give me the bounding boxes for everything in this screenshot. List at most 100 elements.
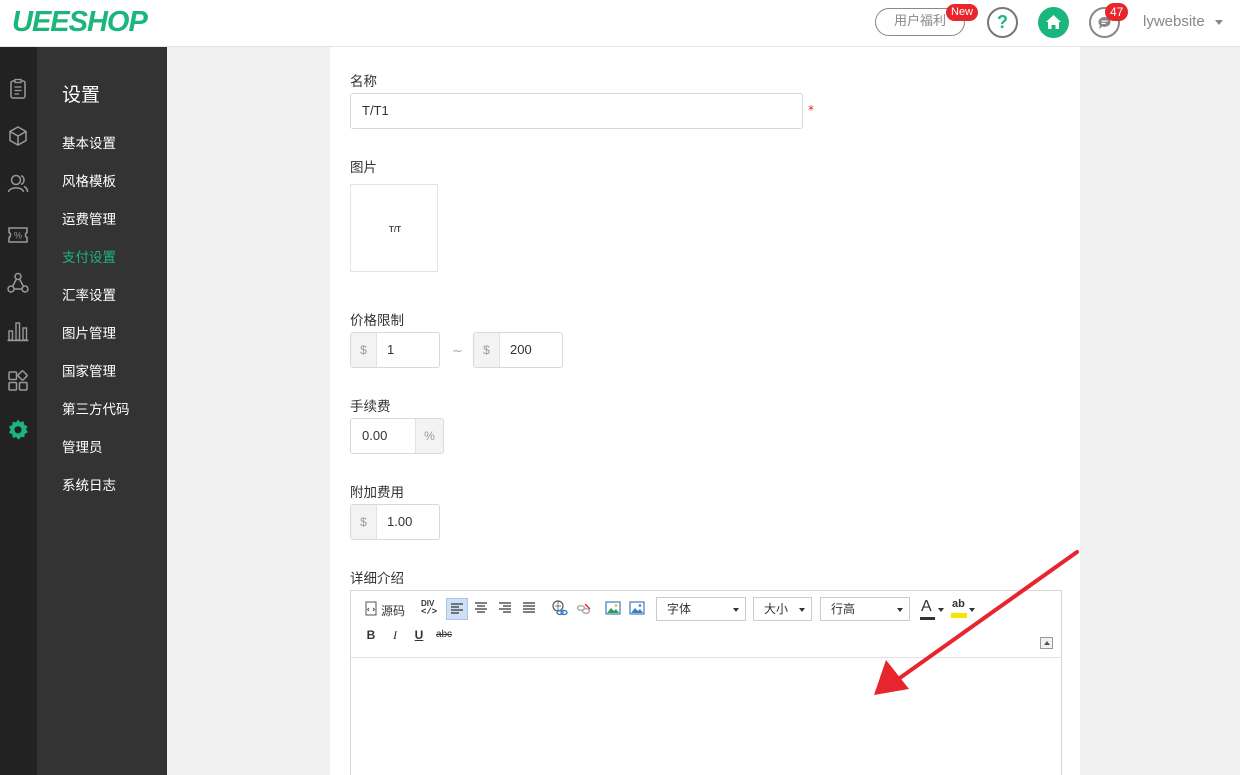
payment-image-text: T/T [389, 225, 401, 234]
sidebar-item-images[interactable]: 图片管理 [62, 322, 116, 342]
strikethrough-button[interactable]: abc [433, 629, 455, 647]
source-label: 源码 [381, 604, 406, 618]
sidebar-item-countries[interactable]: 国家管理 [62, 360, 116, 380]
price-min-value[interactable]: 1 [387, 333, 394, 367]
align-right-button[interactable] [494, 598, 516, 620]
help-icon[interactable]: ? [987, 7, 1018, 38]
font-color-swatch [920, 617, 935, 620]
highlight-icon: ab [952, 598, 965, 610]
sidebar-item-exchange-rate[interactable]: 汇率设置 [62, 284, 116, 304]
price-min-field[interactable]: $ 1 [350, 332, 440, 368]
sidebar-item-admins[interactable]: 管理员 [62, 436, 103, 456]
line-height-value: 行高 [831, 602, 856, 616]
image-label: 图片 [350, 160, 377, 176]
detail-label: 详细介绍 [350, 571, 404, 587]
div-button[interactable]: DIV </> [419, 598, 437, 620]
chevron-down-icon [938, 608, 944, 612]
font-family-value: 字体 [667, 602, 692, 616]
source-button[interactable]: 源码 [361, 599, 409, 621]
font-color-button[interactable]: A [918, 598, 946, 620]
currency-addon: $ [351, 505, 377, 539]
fee-value[interactable]: 0.00 [362, 419, 387, 453]
underline-button[interactable]: U [411, 628, 427, 646]
chevron-down-icon [969, 608, 975, 612]
align-right-icon [499, 602, 511, 613]
sidebar-item-third-party-code[interactable]: 第三方代码 [62, 398, 130, 418]
insert-multi-image-button[interactable] [626, 598, 648, 620]
chevron-down-icon [799, 608, 805, 612]
currency-addon: $ [474, 333, 500, 367]
home-icon[interactable] [1038, 7, 1069, 38]
bold-button[interactable]: B [363, 628, 379, 646]
price-max-field[interactable]: $ 200 [473, 332, 563, 368]
chevron-down-icon [733, 608, 739, 612]
chevron-down-icon[interactable] [1215, 20, 1223, 25]
price-limit-label: 价格限制 [350, 313, 404, 329]
payment-form: 名称 T/T1 * 图片 T/T 价格限制 $ 1 ~ $ 200 手续费 0.… [330, 47, 1080, 775]
rich-text-editor: 源码 DIV </> 字体 大小 行高 A ab B I U abc [350, 590, 1062, 775]
payment-image[interactable]: T/T [350, 184, 438, 272]
highlight-swatch [951, 613, 967, 618]
sidebar-item-system-log[interactable]: 系统日志 [62, 474, 116, 494]
extra-fee-field[interactable]: $ 1.00 [350, 504, 440, 540]
users-icon[interactable] [6, 171, 30, 195]
unlink-icon [576, 603, 591, 614]
code-icon: </> [421, 607, 438, 617]
settings-icon[interactable] [6, 418, 30, 442]
font-size-select[interactable]: 大小 [753, 597, 812, 621]
sidebar-item-basic-settings[interactable]: 基本设置 [62, 132, 116, 152]
sidebar-title: 设置 [62, 84, 101, 106]
products-icon[interactable] [6, 124, 30, 148]
unlink-button[interactable] [572, 598, 594, 620]
align-left-button[interactable] [446, 598, 468, 620]
message-count-badge: 47 [1105, 3, 1129, 21]
extra-fee-value[interactable]: 1.00 [387, 505, 412, 539]
top-bar: UEESHOP 用户福利 New ? 47 lywebsite [0, 0, 1240, 47]
link-button[interactable] [548, 598, 570, 620]
icon-rail: % [0, 47, 37, 775]
font-color-icon: A [921, 598, 932, 615]
apps-icon[interactable] [6, 369, 30, 393]
currency-addon: $ [351, 333, 377, 367]
name-label: 名称 [350, 74, 377, 90]
sidebar-item-payment[interactable]: 支付设置 [62, 246, 116, 266]
orders-icon[interactable] [6, 77, 30, 101]
line-height-select[interactable]: 行高 [820, 597, 910, 621]
fee-field[interactable]: 0.00 % [350, 418, 444, 454]
required-mark: * [808, 103, 814, 117]
editor-content-area[interactable] [351, 658, 1061, 775]
justify-icon [523, 602, 535, 613]
align-center-button[interactable] [470, 598, 492, 620]
image-gallery-icon [629, 601, 645, 615]
highlight-color-button[interactable]: ab [949, 598, 977, 620]
new-badge: New [946, 4, 979, 21]
link-icon [552, 600, 568, 616]
editor-toolbar: 源码 DIV </> 字体 大小 行高 A ab B I U abc [351, 591, 1061, 658]
user-menu[interactable]: lywebsite [1143, 13, 1205, 30]
svg-text:%: % [14, 231, 22, 241]
collapse-toolbar-icon[interactable] [1040, 637, 1053, 649]
settings-sidebar: 设置 基本设置 风格模板 运费管理 支付设置 汇率设置 图片管理 国家管理 第三… [37, 47, 167, 775]
stats-icon[interactable] [6, 319, 30, 343]
discount-icon[interactable]: % [6, 223, 30, 247]
distribution-icon[interactable] [6, 271, 30, 295]
chevron-down-icon [897, 608, 903, 612]
font-family-select[interactable]: 字体 [656, 597, 746, 621]
logo[interactable]: UEESHOP [12, 6, 148, 39]
name-input[interactable]: T/T1 [350, 93, 803, 129]
justify-button[interactable] [518, 598, 540, 620]
sidebar-item-shipping[interactable]: 运费管理 [62, 208, 116, 228]
price-max-value[interactable]: 200 [510, 333, 532, 367]
font-size-value: 大小 [764, 602, 789, 616]
source-icon [365, 601, 377, 616]
sidebar-item-style-templates[interactable]: 风格模板 [62, 170, 116, 190]
insert-image-button[interactable] [602, 598, 624, 620]
percent-addon: % [415, 419, 443, 453]
range-separator: ~ [452, 344, 463, 359]
fee-label: 手续费 [350, 399, 391, 415]
align-center-icon [475, 602, 487, 613]
extra-fee-label: 附加费用 [350, 485, 404, 501]
image-icon [605, 601, 621, 615]
align-left-icon [451, 603, 463, 614]
italic-button[interactable]: I [387, 628, 403, 646]
